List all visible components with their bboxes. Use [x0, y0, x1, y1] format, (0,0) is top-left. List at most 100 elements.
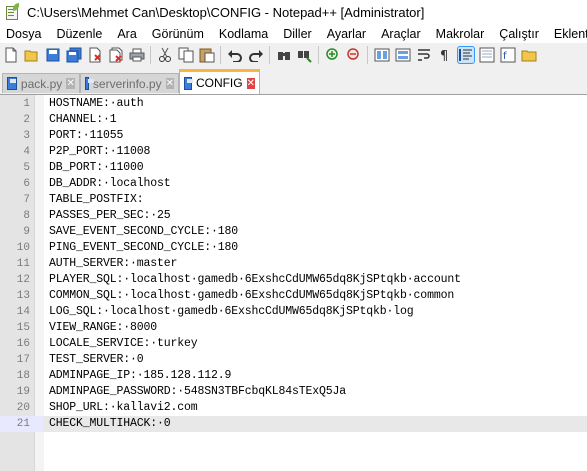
line-number: 10	[16, 242, 30, 254]
line-text: DB_PORT:·11000	[49, 161, 144, 174]
code-line[interactable]: 7 TABLE_POSTFIX:	[0, 192, 587, 208]
new-file-icon[interactable]	[3, 47, 19, 63]
toolbar-separator	[367, 46, 368, 64]
line-number: 16	[16, 338, 30, 350]
current-line[interactable]: 21 CHECK_MULTIHACK:·0	[0, 416, 587, 432]
notepadplusplus-icon	[5, 2, 21, 20]
code-line[interactable]: 20 SHOP_URL:·kallavi2.com	[0, 400, 587, 416]
show-all-chars-icon[interactable]: ¶	[437, 47, 453, 63]
line-text: ADMINPAGE_IP:·185.128.112.9	[49, 369, 232, 382]
code-line[interactable]: 4 P2P_PORT:·11008	[0, 144, 587, 160]
line-text: P2P_PORT:·11008	[49, 145, 151, 158]
line-text: PASSES_PER_SEC:·25	[49, 209, 171, 222]
replace-icon[interactable]	[297, 47, 313, 63]
tab-pack-py[interactable]: pack.py ✕	[2, 73, 80, 93]
print-icon[interactable]	[129, 47, 145, 63]
menu-kodlama[interactable]: Kodlama	[211, 27, 275, 41]
code-line[interactable]: 13 COMMON_SQL:·localhost·gamedb·6ExshcCdU…	[0, 288, 587, 304]
sync-vertical-icon[interactable]	[374, 47, 390, 63]
line-number: 20	[16, 402, 30, 414]
tab-label: pack.py	[20, 76, 63, 91]
undo-icon[interactable]	[227, 47, 243, 63]
code-line[interactable]: 19 ADMINPAGE_PASSWORD:·548SN3TBFcbqKL84sT…	[0, 384, 587, 400]
menu-eklentiler[interactable]: Eklentiler	[546, 27, 587, 41]
code-line[interactable]: 17 TEST_SERVER:·0	[0, 352, 587, 368]
close-all-icon[interactable]	[108, 47, 124, 63]
menu-gorunum[interactable]: Görünüm	[144, 27, 211, 41]
menu-ara[interactable]: Ara	[110, 27, 144, 41]
menu-bar: Dosya Düzenle Ara Görünüm Kodlama Diller…	[0, 24, 587, 43]
zoom-out-icon[interactable]	[346, 47, 362, 63]
find-icon[interactable]	[276, 47, 292, 63]
menu-calistir[interactable]: Çalıştır	[492, 27, 547, 41]
line-number: 4	[23, 146, 30, 158]
toolbar-separator	[269, 46, 270, 64]
indent-guide-icon[interactable]	[456, 46, 475, 64]
menu-diller[interactable]: Diller	[276, 27, 319, 41]
close-tab-icon[interactable]: ✕	[246, 77, 255, 89]
line-text: LOG_SQL:·localhost·gamedb·6ExshcCdUMW65d…	[49, 305, 414, 318]
line-number: 17	[16, 354, 30, 366]
svg-text:¶: ¶	[440, 49, 448, 63]
line-number: 6	[23, 178, 30, 190]
tab-label: CONFIG	[195, 76, 243, 90]
tab-config[interactable]: CONFIG ✕	[179, 69, 260, 94]
menu-duzenle[interactable]: Düzenle	[49, 27, 110, 41]
title-bar: C:\Users\Mehmet Can\Desktop\CONFIG - Not…	[0, 0, 587, 24]
tab-serverinfo-py[interactable]: serverinfo.py ✕	[80, 73, 179, 93]
menu-araclar[interactable]: Araçlar	[374, 27, 429, 41]
cut-icon[interactable]	[157, 47, 173, 63]
close-tab-icon[interactable]: ✕	[165, 78, 174, 89]
line-text: PING_EVENT_SECOND_CYCLE:·180	[49, 241, 239, 254]
line-text: PLAYER_SQL:·localhost·gamedb·6ExshcCdUMW…	[49, 273, 461, 286]
code-line[interactable]: 2 CHANNEL:·1	[0, 112, 587, 128]
menu-dosya[interactable]: Dosya	[0, 27, 49, 41]
save-all-icon[interactable]	[66, 47, 82, 63]
paste-icon[interactable]	[199, 47, 215, 63]
code-line[interactable]: 10 PING_EVENT_SECOND_CYCLE:·180	[0, 240, 587, 256]
line-text: CHECK_MULTIHACK:·0	[49, 417, 171, 430]
menu-makrolar[interactable]: Makrolar	[428, 27, 492, 41]
word-wrap-icon[interactable]	[416, 47, 432, 63]
code-line[interactable]: 18 ADMINPAGE_IP:·185.128.112.9	[0, 368, 587, 384]
line-number: 3	[23, 130, 30, 142]
folder-as-workspace-icon[interactable]	[521, 47, 537, 63]
zoom-in-icon[interactable]	[325, 47, 341, 63]
editor[interactable]: 1 HOSTNAME:·auth 2 CHANNEL:·1 3 PORT:·11055 4 P…	[0, 94, 587, 471]
document-map-icon[interactable]	[479, 47, 495, 63]
saved-file-icon	[184, 76, 193, 90]
code-line[interactable]: 9 SAVE_EVENT_SECOND_CYCLE:·180	[0, 224, 587, 240]
toolbar-separator	[318, 46, 319, 64]
save-icon[interactable]	[45, 47, 61, 63]
code-line[interactable]: 16 LOCALE_SERVICE:·turkey	[0, 336, 587, 352]
code-line[interactable]: 8 PASSES_PER_SEC:·25	[0, 208, 587, 224]
toolbar-separator	[150, 46, 151, 64]
code-line[interactable]: 14 LOG_SQL:·localhost·gamedb·6ExshcCdUMW6…	[0, 304, 587, 320]
line-text: VIEW_RANGE:·8000	[49, 321, 158, 334]
code-line[interactable]: 11 AUTH_SERVER:·master	[0, 256, 587, 272]
code-line[interactable]: 6 DB_ADDR:·localhost	[0, 176, 587, 192]
menu-ayarlar[interactable]: Ayarlar	[319, 27, 373, 41]
close-tab-icon[interactable]: ✕	[66, 78, 75, 89]
code-line[interactable]: 15 VIEW_RANGE:·8000	[0, 320, 587, 336]
code-line[interactable]: 1 HOSTNAME:·auth	[0, 96, 587, 112]
toolbar: ¶ f	[0, 43, 587, 67]
line-number: 7	[23, 194, 30, 206]
close-icon[interactable]	[87, 47, 103, 63]
line-number: 15	[16, 322, 30, 334]
line-text: TEST_SERVER:·0	[49, 353, 144, 366]
line-text: PORT:·11055	[49, 129, 124, 142]
redo-icon[interactable]	[248, 47, 264, 63]
line-text: AUTH_SERVER:·master	[49, 257, 178, 270]
code-line[interactable]: 5 DB_PORT:·11000	[0, 160, 587, 176]
sync-horizontal-icon[interactable]	[395, 47, 411, 63]
line-number: 11	[16, 258, 30, 270]
code-line[interactable]: 3 PORT:·11055	[0, 128, 587, 144]
open-file-icon[interactable]	[24, 47, 40, 63]
line-text: ADMINPAGE_PASSWORD:·548SN3TBFcbqKL84sTEx…	[49, 385, 347, 398]
line-number: 21	[16, 418, 30, 430]
copy-icon[interactable]	[178, 47, 194, 63]
code-line[interactable]: 12 PLAYER_SQL:·localhost·gamedb·6ExshcCdU…	[0, 272, 587, 288]
function-list-icon[interactable]: f	[500, 47, 516, 63]
svg-text:f: f	[503, 51, 507, 62]
